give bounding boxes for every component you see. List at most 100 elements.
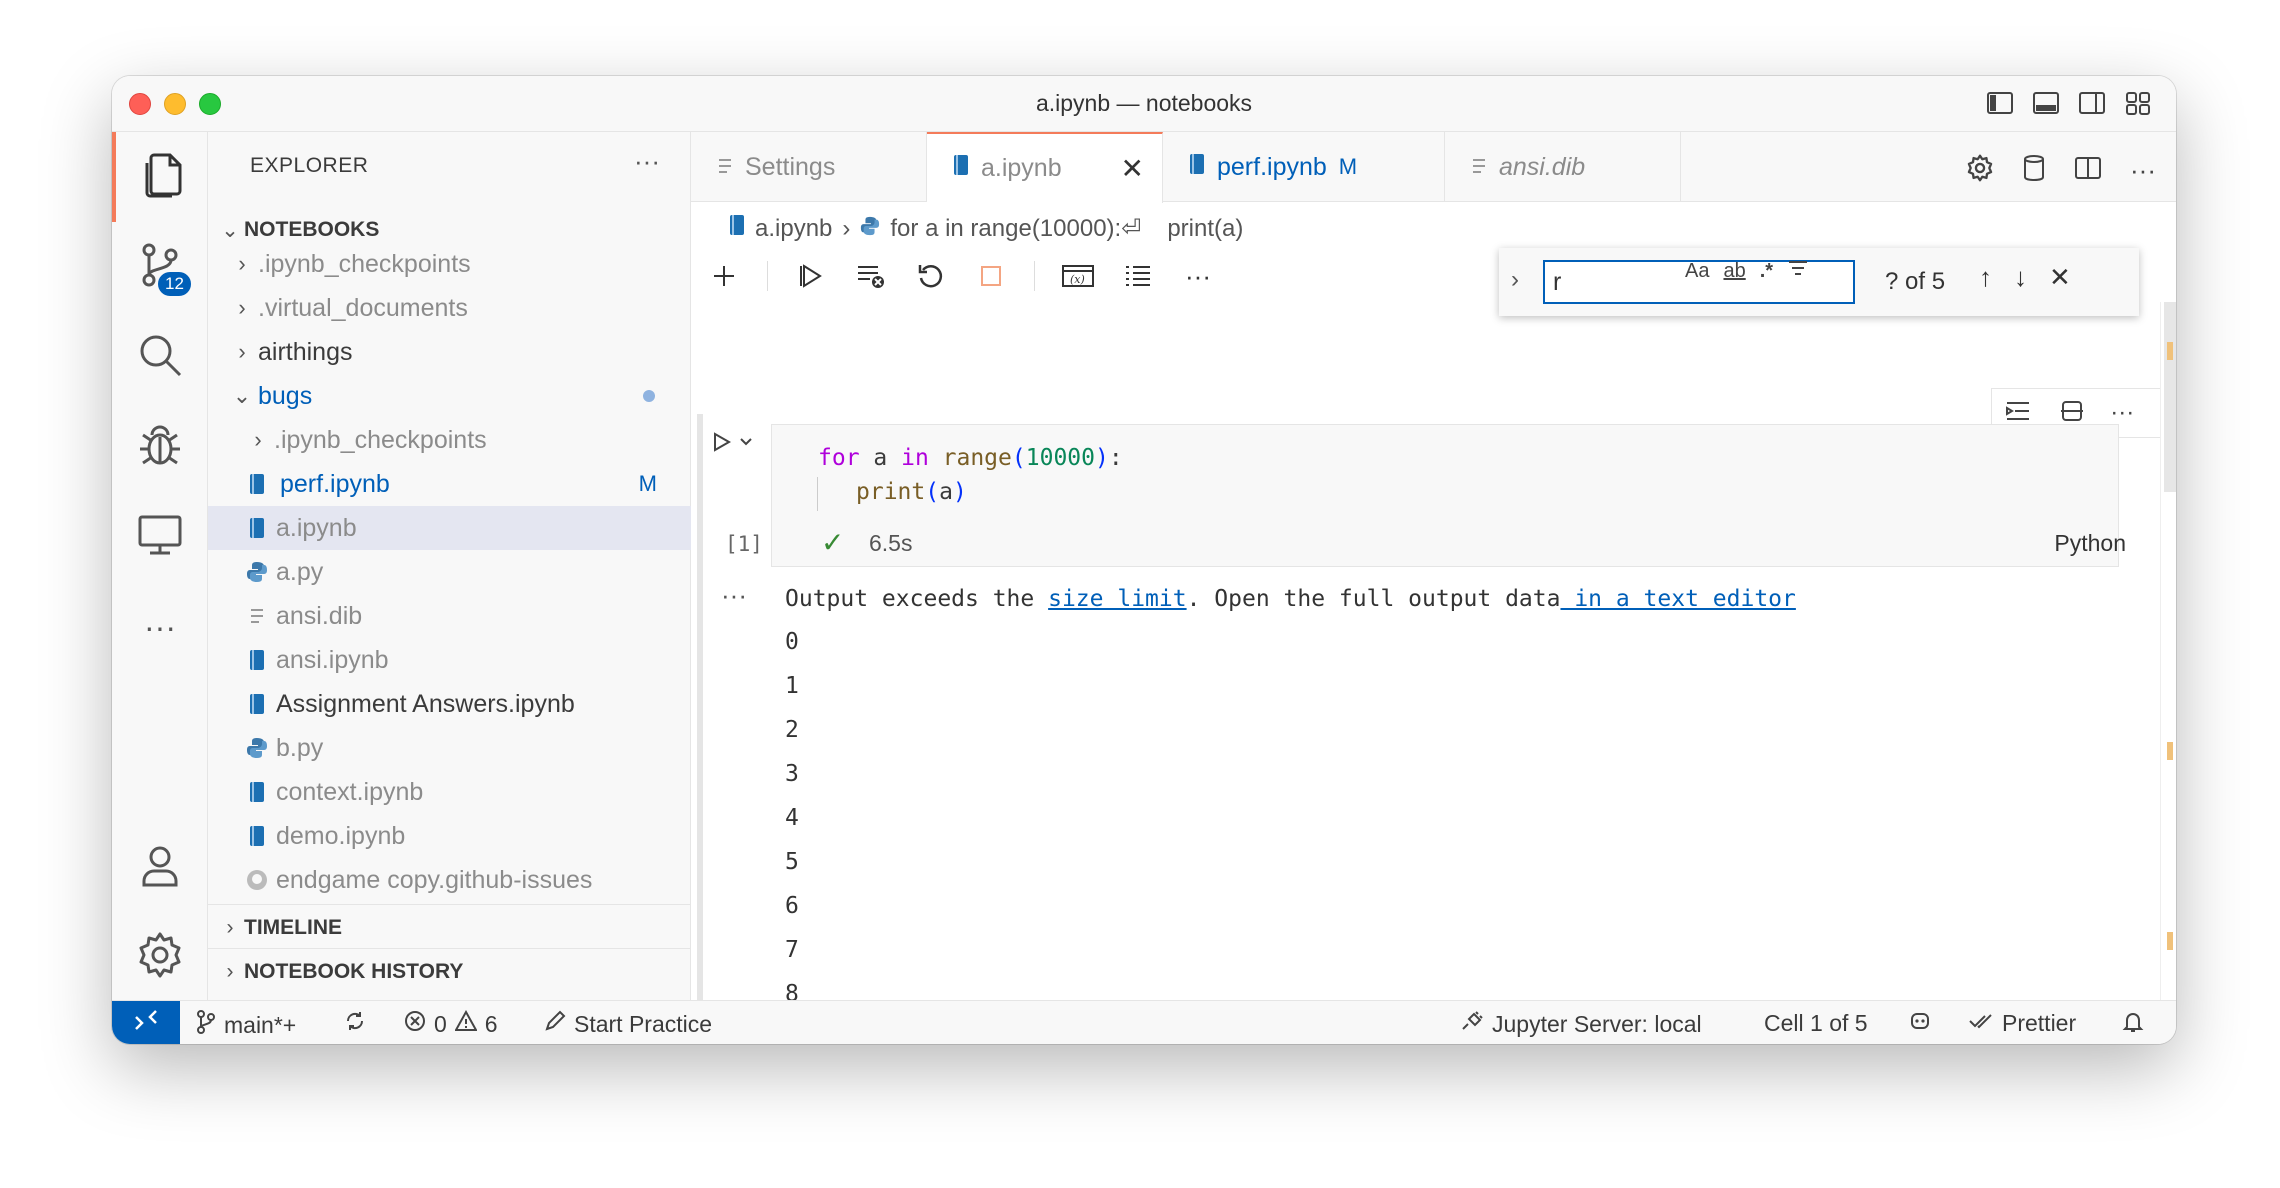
debug-activity[interactable] [112,402,208,492]
toggle-panel-icon[interactable] [2032,90,2060,116]
tree-item-b-py[interactable]: b.py [208,726,691,770]
cell-language-picker[interactable]: Python [2054,530,2126,557]
tab-ansi-dib[interactable]: ansi.dib [1445,132,1681,202]
tree-item-bugs[interactable]: ⌄ bugs [208,374,691,418]
remote-explorer-activity[interactable] [112,492,208,582]
tree-item-context-ipynb[interactable]: context.ipynb [208,770,691,814]
python-icon [860,215,880,243]
customize-layout-icon[interactable] [2124,90,2152,116]
tree-item-endgame-issues[interactable]: endgame copy.github-issues [208,858,691,902]
chevron-right-icon: › [226,960,234,983]
more-actions-icon[interactable]: ··· [2130,155,2156,186]
clear-outputs-icon[interactable] [854,259,888,293]
tab-a-ipynb[interactable]: a.ipynb ✕ [927,132,1163,203]
breadcrumb-symbol[interactable]: for a in range(10000):⏎ [890,214,1141,243]
toggle-secondary-sidebar-icon[interactable] [2078,90,2106,116]
explorer-activity[interactable] [112,132,208,222]
accounts-activity[interactable] [112,822,208,912]
toolbar-separator [1034,261,1035,291]
restart-icon[interactable] [914,259,948,293]
split-editor-icon[interactable] [2074,155,2102,186]
gear-icon[interactable] [1966,154,1994,187]
filter-icon[interactable] [1787,258,1809,284]
breadcrumb: a.ipynb › for a in range(10000):⏎ print(… [729,214,1243,243]
run-cell-button[interactable] [711,430,755,461]
timeline-section-header[interactable]: › TIMELINE [208,906,691,950]
variables-icon[interactable]: (x) [1061,259,1095,293]
tree-item-ansi-ipynb[interactable]: ansi.ipynb [208,638,691,682]
files-icon [140,151,184,204]
scrollbar-thumb[interactable] [2164,302,2176,492]
tree-item-bugs-ipynb-checkpoints[interactable]: › .ipynb_checkpoints [208,418,691,462]
notebook-history-section-header[interactable]: › NOTEBOOK HISTORY [208,950,691,994]
source-control-activity[interactable]: 12 [112,222,208,312]
code-editor[interactable]: for a in range(10000): print(a) [771,424,2119,567]
output-more-icon[interactable]: ··· [721,580,747,611]
tab-settings[interactable]: Settings [691,132,927,202]
find-match-marker [2167,742,2173,760]
notebook-icon [953,154,969,183]
tree-item-airthings[interactable]: › airthings [208,330,691,374]
tree-item-a-ipynb[interactable]: a.ipynb [208,506,691,550]
tree-item-label: airthings [258,337,353,366]
whole-word-toggle[interactable]: ab [1723,260,1745,283]
tree-item-ipynb-checkpoints[interactable]: › .ipynb_checkpoints [208,242,691,286]
variables-cylinder-icon[interactable] [2022,154,2046,187]
error-count: 0 [434,1010,447,1037]
breadcrumb-file[interactable]: a.ipynb [755,215,832,243]
tree-item-perf-ipynb[interactable]: perf.ipynb M [208,462,691,506]
start-practice-label: Start Practice [574,1010,713,1037]
tab-perf-ipynb[interactable]: perf.ipynb M [1163,132,1445,202]
monitor-icon [136,511,184,564]
find-navigation: ↑ ↓ ✕ [1979,262,2071,293]
tree-item-ansi-dib[interactable]: ansi.dib [208,594,691,638]
match-case-toggle[interactable]: Aa [1685,260,1709,283]
copilot-status[interactable] [1908,1010,1932,1038]
sync-icon [344,1010,366,1038]
github-icon [242,869,272,891]
prettier-status[interactable]: Prettier [1968,1010,2076,1037]
close-tab-icon[interactable]: ✕ [1121,152,1144,185]
editor-scrollbar[interactable] [2160,302,2176,1000]
sync-status[interactable] [344,1010,366,1038]
search-activity[interactable] [112,312,208,402]
tree-item-virtual-documents[interactable]: › .virtual_documents [208,286,691,330]
outline-icon[interactable] [1121,259,1155,293]
tree-item-a-py[interactable]: a.py [208,550,691,594]
toggle-primary-sidebar-icon[interactable] [1986,90,2014,116]
cell-position-status[interactable]: Cell 1 of 5 [1764,1010,1868,1037]
more-activities[interactable]: ··· [112,582,208,672]
match-count: ? of 5 [1885,268,1946,295]
branch-status[interactable]: main*+ [196,1010,296,1040]
interrupt-icon[interactable] [974,259,1008,293]
manage-activity[interactable] [112,912,208,1002]
run-all-icon[interactable] [794,259,828,293]
editor-actions: ··· [1966,154,2156,187]
code-number: 10000 [1025,445,1095,471]
toggle-replace-icon[interactable]: › [1511,266,1519,294]
next-match-icon[interactable]: ↓ [2014,262,2027,293]
cell-more-icon[interactable]: ··· [2110,399,2134,427]
tree-item-demo-ipynb[interactable]: demo.ipynb [208,814,691,858]
explorer-more-button[interactable]: ··· [634,146,660,177]
tree-item-assignment-answers[interactable]: Assignment Answers.ipynb [208,682,691,726]
add-cell-icon[interactable] [707,259,741,293]
toolbar-more-icon[interactable]: ··· [1181,259,1215,293]
notifications-status[interactable] [2122,1010,2144,1040]
remote-indicator[interactable] [112,1001,180,1044]
previous-match-icon[interactable]: ↑ [1979,262,1992,293]
output-line: 3 [785,761,799,787]
start-practice-status[interactable]: Start Practice [544,1010,712,1038]
problems-status[interactable]: 0 6 [404,1009,498,1038]
close-find-icon[interactable]: ✕ [2049,262,2071,293]
warning-count: 6 [484,1010,498,1037]
notebook-icon [242,649,272,671]
notebook-icon [242,517,272,539]
ellipsis-icon: ··· [144,608,176,645]
jupyter-server-status[interactable]: Jupyter Server: local [1460,1010,1702,1038]
breadcrumb-symbol-2[interactable]: print(a) [1167,215,1243,243]
size-limit-link[interactable]: size limit [1048,586,1186,612]
chevron-down-icon: ⌄ [221,218,239,242]
open-in-editor-link[interactable]: in a text editor [1560,586,1796,612]
regex-toggle[interactable]: .* [1760,260,1773,283]
